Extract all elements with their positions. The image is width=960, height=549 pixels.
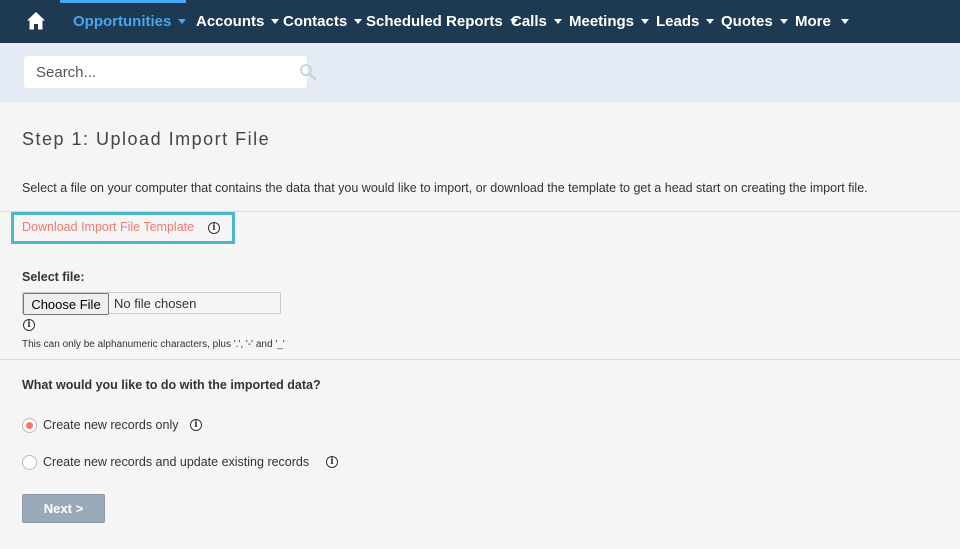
file-input[interactable]: Choose File No file chosen — [22, 292, 281, 315]
info-icon[interactable]: i — [190, 419, 202, 431]
nav-item-opportunities[interactable]: Opportunities — [73, 0, 187, 43]
chevron-down-icon — [641, 19, 650, 24]
nav-item-label: Accounts — [196, 13, 265, 30]
search-bar — [0, 43, 960, 102]
nav-item-accounts[interactable]: Accounts — [196, 0, 280, 43]
chevron-down-icon — [840, 19, 849, 24]
nav-item-more[interactable]: More — [795, 0, 849, 43]
info-icon[interactable]: i — [208, 222, 220, 234]
search-icon[interactable] — [299, 63, 317, 81]
chevron-down-icon — [553, 19, 562, 24]
nav-item-label: Calls — [511, 13, 547, 30]
info-icon[interactable]: i — [326, 456, 338, 468]
next-button[interactable]: Next > — [22, 494, 105, 523]
nav-item-scheduled-reports[interactable]: Scheduled Reports — [366, 0, 518, 43]
nav-item-label: Opportunities — [73, 13, 172, 30]
search-input[interactable] — [24, 56, 274, 88]
select-file-label: Select file: — [22, 270, 85, 284]
chevron-down-icon — [271, 19, 280, 24]
nav-item-label: Contacts — [283, 13, 348, 30]
divider — [0, 359, 960, 360]
radio-create-and-update[interactable] — [22, 455, 37, 470]
choose-file-button[interactable]: Choose File — [23, 293, 109, 315]
chevron-down-icon — [178, 19, 187, 24]
top-navigation: Opportunities Accounts Contacts Schedule… — [0, 0, 960, 43]
radio-label: Create new records and update existing r… — [43, 455, 310, 469]
radio-label: Create new records only — [43, 418, 179, 432]
page-title: Step 1: Upload Import File — [22, 129, 271, 149]
info-icon[interactable]: i — [23, 319, 35, 331]
nav-item-contacts[interactable]: Contacts — [283, 0, 363, 43]
nav-item-label: Quotes — [721, 13, 773, 30]
nav-item-meetings[interactable]: Meetings — [569, 0, 650, 43]
nav-item-leads[interactable]: Leads — [656, 0, 715, 43]
import-action-question: What would you like to do with the impor… — [22, 378, 321, 392]
file-name-hint: This can only be alphanumeric characters… — [22, 339, 285, 350]
nav-item-label: Leads — [656, 13, 700, 30]
chevron-down-icon — [354, 19, 363, 24]
chevron-down-icon — [706, 19, 715, 24]
nav-item-label: Meetings — [569, 13, 635, 30]
nav-item-quotes[interactable]: Quotes — [721, 0, 788, 43]
chevron-down-icon — [779, 19, 788, 24]
step-description: Select a file on your computer that cont… — [22, 181, 868, 195]
radio-create-new-only[interactable] — [22, 418, 37, 433]
home-icon[interactable] — [25, 10, 47, 32]
file-status: No file chosen — [114, 296, 197, 311]
nav-item-label: Scheduled Reports — [366, 13, 503, 30]
download-template-link[interactable]: Download Import File Template — [22, 220, 194, 234]
nav-item-label: More — [795, 13, 831, 30]
nav-item-calls[interactable]: Calls — [511, 0, 562, 43]
search-box — [24, 56, 317, 88]
